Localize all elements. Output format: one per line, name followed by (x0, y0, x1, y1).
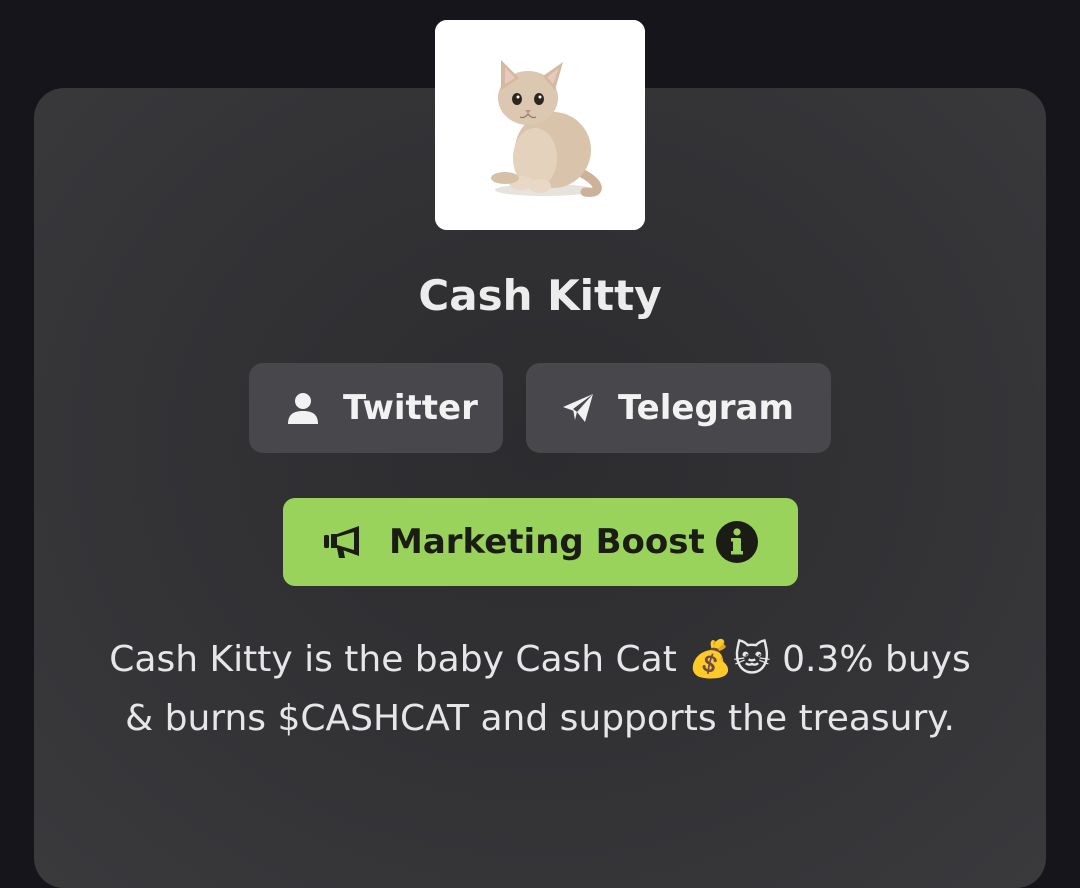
marketing-boost-button[interactable]: Marketing Boost (283, 498, 798, 586)
paper-plane-icon (560, 390, 596, 426)
twitter-button[interactable]: Twitter (249, 363, 503, 453)
twitter-label: Twitter (343, 388, 478, 428)
user-icon (285, 390, 321, 426)
token-avatar (435, 20, 645, 230)
telegram-button[interactable]: Telegram (526, 363, 831, 453)
marketing-boost-label: Marketing Boost (389, 522, 705, 562)
token-name: Cash Kitty (418, 271, 662, 320)
megaphone-icon (323, 524, 363, 560)
kitten-image (435, 20, 645, 230)
info-circle-icon[interactable] (714, 519, 760, 565)
token-description: Cash Kitty is the baby Cash Cat 💰🐱 0.3% … (109, 639, 971, 739)
telegram-label: Telegram (618, 388, 794, 428)
